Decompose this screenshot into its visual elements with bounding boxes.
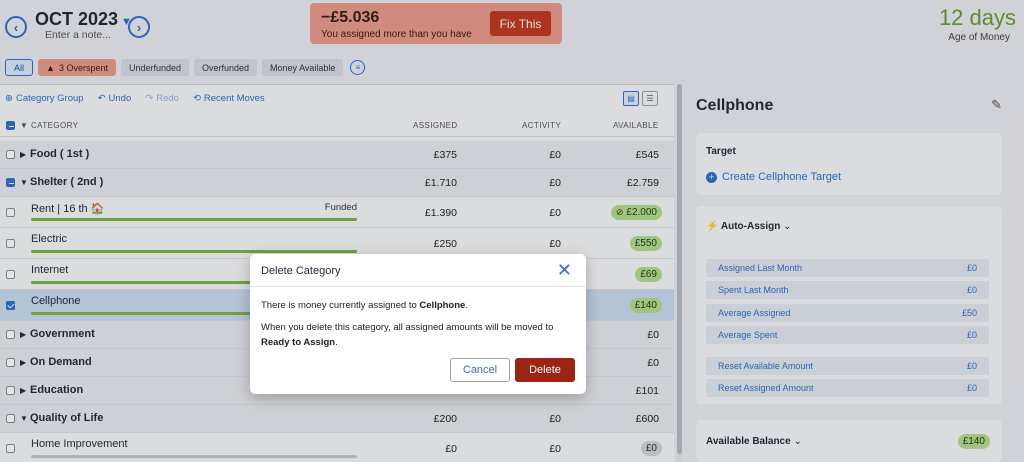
message-text: When you delete this category, all assig… — [261, 322, 554, 333]
category-name: Cellphone — [419, 300, 466, 311]
dialog-message-2: When you delete this category, all assig… — [261, 320, 581, 350]
close-icon[interactable]: ✕ — [557, 260, 572, 281]
message-text: . — [335, 337, 338, 348]
delete-button[interactable]: Delete — [515, 358, 575, 382]
cancel-button[interactable]: Cancel — [450, 358, 510, 382]
message-text: . — [465, 300, 468, 311]
dialog-title: Delete Category — [261, 265, 341, 277]
message-text: There is money currently assigned to — [261, 300, 420, 311]
ready-to-assign: Ready to Assign — [261, 337, 336, 348]
dialog-message-1: There is money currently assigned to Cel… — [261, 300, 468, 311]
delete-category-dialog: Delete Category ✕ There is money current… — [250, 254, 586, 394]
dialog-divider — [250, 286, 586, 287]
